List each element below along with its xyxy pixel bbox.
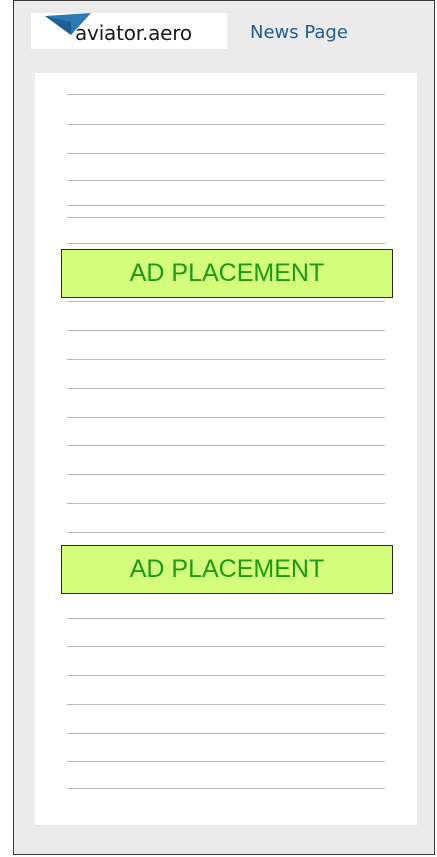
site-logo[interactable]: aviator.aero <box>31 13 227 49</box>
text-line <box>67 359 385 360</box>
text-line <box>67 330 385 331</box>
text-line <box>67 301 385 302</box>
text-line <box>67 474 385 475</box>
text-line <box>67 243 385 244</box>
text-line <box>67 646 385 647</box>
text-line <box>67 417 385 418</box>
text-line <box>67 618 385 619</box>
text-line <box>67 388 385 389</box>
text-line <box>67 532 385 533</box>
ad-placement[interactable]: AD PLACEMENT <box>61 249 393 298</box>
text-line <box>67 733 385 734</box>
text-line <box>67 675 385 676</box>
text-line <box>67 503 385 504</box>
ad-placement[interactable]: AD PLACEMENT <box>61 545 393 594</box>
text-line <box>67 124 385 125</box>
text-line <box>67 445 385 446</box>
news-page-link[interactable]: News Page <box>250 22 348 43</box>
text-line <box>67 217 385 218</box>
text-line <box>67 94 385 95</box>
content-panel <box>35 73 417 825</box>
text-line <box>67 180 385 181</box>
text-line <box>67 761 385 762</box>
logo-text: aviator.aero <box>75 21 192 45</box>
text-line <box>67 704 385 705</box>
text-line <box>67 788 385 789</box>
text-line <box>67 153 385 154</box>
text-line <box>67 205 385 206</box>
